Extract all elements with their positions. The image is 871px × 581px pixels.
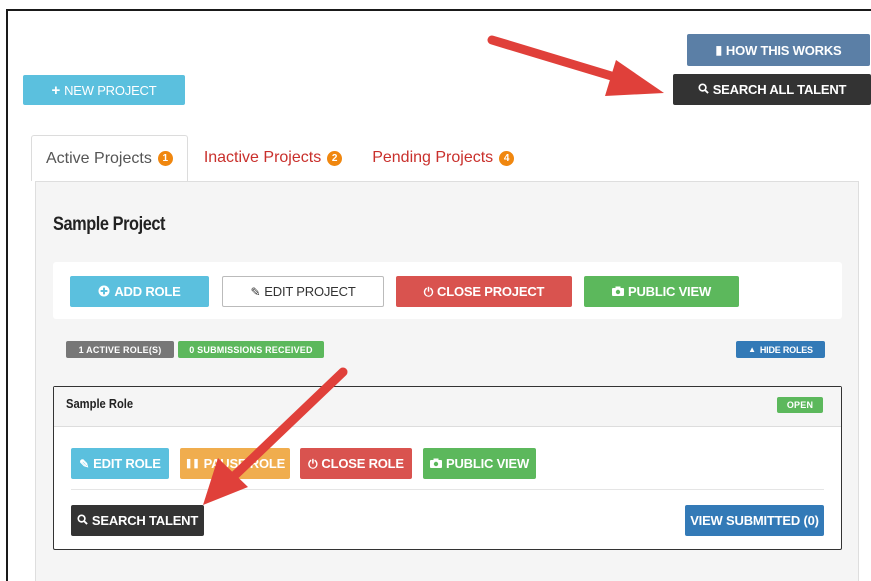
project-title: Sample Project: [53, 214, 166, 235]
plus-icon: +: [51, 81, 61, 99]
count-badge: 1: [157, 151, 173, 166]
divider: [71, 489, 824, 490]
tab-label: Active Projects: [46, 149, 152, 167]
role-public-view-label: PUBLIC VIEW: [445, 456, 530, 471]
pause-icon: ❚❚: [184, 458, 200, 468]
view-submitted-label: VIEW SUBMITTED (0): [690, 513, 819, 528]
project-tabs: Active Projects 1 Inactive Projects 2 Pe…: [31, 135, 528, 181]
new-project-label: NEW PROJECT: [64, 82, 157, 98]
public-view-label: PUBLIC VIEW: [627, 284, 712, 299]
pencil-icon: ✎: [250, 284, 261, 299]
submissions-badge: 0 SUBMISSIONS RECEIVED: [178, 341, 324, 358]
edit-project-label: EDIT PROJECT: [264, 284, 356, 299]
how-this-works-button[interactable]: ▮ HOW THIS WORKS: [687, 34, 870, 66]
search-all-talent-label: SEARCH ALL TALENT: [712, 82, 847, 97]
hide-roles-button[interactable]: ▲ HIDE ROLES: [736, 341, 825, 358]
new-project-button[interactable]: + NEW PROJECT: [23, 75, 185, 105]
tab-inactive-projects[interactable]: Inactive Projects 2: [190, 135, 356, 181]
edit-role-label: EDIT ROLE: [93, 456, 161, 471]
search-icon: [77, 514, 88, 527]
add-role-label: ADD ROLE: [114, 284, 181, 299]
plus-circle-icon: [98, 285, 110, 299]
search-icon: [698, 83, 709, 96]
close-role-label: CLOSE ROLE: [321, 456, 404, 471]
camera-icon: [611, 286, 624, 298]
pause-role-label: PAUSE ROLE: [203, 456, 286, 471]
power-icon: ⏻: [423, 284, 434, 299]
role-title: Sample Role: [66, 396, 134, 411]
role-header: [54, 387, 841, 427]
role-status-badge: OPEN: [777, 397, 823, 413]
pencil-icon: ✎: [79, 456, 90, 471]
camera-icon: [429, 458, 442, 470]
book-icon: ▮: [715, 43, 722, 57]
how-this-works-label: HOW THIS WORKS: [725, 42, 842, 58]
chevron-up-icon: ▲: [748, 344, 756, 354]
view-submitted-button[interactable]: VIEW SUBMITTED (0): [685, 505, 824, 536]
close-role-button[interactable]: ⏻ CLOSE ROLE: [300, 448, 412, 479]
add-role-button[interactable]: ADD ROLE: [70, 276, 209, 307]
search-talent-label: SEARCH TALENT: [91, 513, 199, 528]
pause-role-button[interactable]: ❚❚ PAUSE ROLE: [180, 448, 290, 479]
count-badge: 2: [327, 150, 343, 166]
close-project-button[interactable]: ⏻ CLOSE PROJECT: [396, 276, 572, 307]
tab-label: Pending Projects: [372, 149, 494, 166]
role-public-view-button[interactable]: PUBLIC VIEW: [423, 448, 536, 479]
count-badge: 4: [499, 150, 515, 166]
active-roles-badge: 1 ACTIVE ROLE(S): [66, 341, 174, 358]
close-project-label: CLOSE PROJECT: [437, 284, 545, 299]
tab-pending-projects[interactable]: Pending Projects 4: [358, 135, 528, 181]
tab-active-projects[interactable]: Active Projects 1: [31, 135, 188, 181]
power-icon: ⏻: [308, 456, 318, 471]
hide-roles-label: HIDE ROLES: [759, 344, 813, 355]
edit-role-button[interactable]: ✎ EDIT ROLE: [71, 448, 169, 479]
public-view-button[interactable]: PUBLIC VIEW: [584, 276, 739, 307]
search-all-talent-button[interactable]: SEARCH ALL TALENT: [673, 74, 871, 105]
tab-label: Inactive Projects: [203, 149, 322, 166]
edit-project-button[interactable]: ✎ EDIT PROJECT: [222, 276, 384, 307]
search-talent-button[interactable]: SEARCH TALENT: [71, 505, 204, 536]
